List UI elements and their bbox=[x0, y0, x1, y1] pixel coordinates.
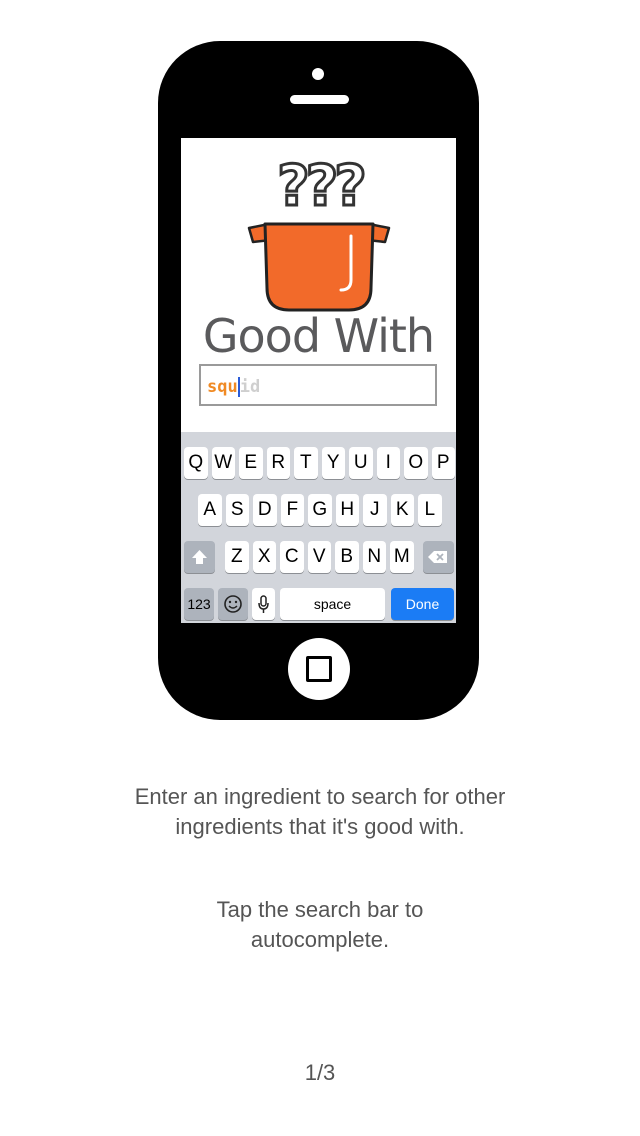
key-a[interactable]: A bbox=[198, 494, 222, 526]
key-g[interactable]: G bbox=[308, 494, 332, 526]
key-b[interactable]: B bbox=[335, 541, 359, 573]
key-j[interactable]: J bbox=[363, 494, 387, 526]
key-q[interactable]: Q bbox=[184, 447, 208, 479]
key-n[interactable]: N bbox=[362, 541, 386, 573]
key-y[interactable]: Y bbox=[321, 447, 345, 479]
emoji-icon bbox=[224, 595, 242, 613]
key-v[interactable]: V bbox=[307, 541, 331, 573]
space-key[interactable]: space bbox=[280, 588, 385, 620]
microphone-key[interactable] bbox=[252, 588, 275, 620]
key-c[interactable]: C bbox=[280, 541, 304, 573]
key-o[interactable]: O bbox=[404, 447, 428, 479]
key-x[interactable]: X bbox=[252, 541, 276, 573]
key-l[interactable]: L bbox=[418, 494, 442, 526]
instruction-line-4: autocomplete. bbox=[250, 927, 390, 952]
key-s[interactable]: S bbox=[225, 494, 249, 526]
home-button[interactable] bbox=[288, 638, 350, 700]
key-m[interactable]: M bbox=[390, 541, 414, 573]
done-key[interactable]: Done bbox=[391, 588, 454, 620]
shift-arrow-icon bbox=[192, 550, 207, 564]
home-square-icon bbox=[306, 656, 332, 682]
key-f[interactable]: F bbox=[280, 494, 304, 526]
numbers-key[interactable]: 123 bbox=[184, 588, 214, 620]
page-indicator: 1/3 bbox=[304, 1060, 336, 1085]
key-u[interactable]: U bbox=[349, 447, 373, 479]
key-d[interactable]: D bbox=[253, 494, 277, 526]
key-h[interactable]: H bbox=[335, 494, 359, 526]
key-p[interactable]: P bbox=[431, 447, 455, 479]
key-k[interactable]: K bbox=[390, 494, 414, 526]
search-input[interactable]: squ id bbox=[199, 364, 437, 406]
key-w[interactable]: W bbox=[211, 447, 235, 479]
key-r[interactable]: R bbox=[266, 447, 290, 479]
shift-key[interactable] bbox=[184, 541, 215, 573]
instruction-line-2: ingredients that it's good with. bbox=[175, 814, 465, 839]
key-i[interactable]: I bbox=[376, 447, 400, 479]
cooking-pot-icon bbox=[247, 222, 391, 312]
app-title: Good With bbox=[202, 309, 435, 363]
autocomplete-suggestion: id bbox=[239, 377, 261, 397]
microphone-icon bbox=[258, 595, 269, 613]
camera-icon bbox=[312, 68, 324, 80]
app-screen: ??? Good With squ id 123 space Done Q W … bbox=[181, 138, 456, 623]
key-e[interactable]: E bbox=[239, 447, 263, 479]
emoji-key[interactable] bbox=[218, 588, 248, 620]
onscreen-keyboard: 123 space Done QWERTYUIOP ASDFGHJKL ZXCVBN… bbox=[181, 432, 456, 623]
speaker-icon bbox=[290, 95, 349, 104]
instruction-line-1: Enter an ingredient to search for other bbox=[134, 784, 506, 809]
question-marks-icon: ??? bbox=[276, 158, 367, 212]
backspace-icon bbox=[428, 551, 447, 563]
phone-frame: ??? Good With squ id 123 space Done Q W … bbox=[158, 41, 479, 720]
search-typed-text: squ bbox=[207, 377, 238, 397]
search-value: squ id bbox=[207, 377, 260, 397]
logo-mark: ??? bbox=[277, 158, 363, 212]
key-t[interactable]: T bbox=[294, 447, 318, 479]
instruction-line-3: Tap the search bar to bbox=[216, 897, 424, 922]
delete-key[interactable] bbox=[423, 541, 454, 573]
key-z[interactable]: Z bbox=[225, 541, 249, 573]
